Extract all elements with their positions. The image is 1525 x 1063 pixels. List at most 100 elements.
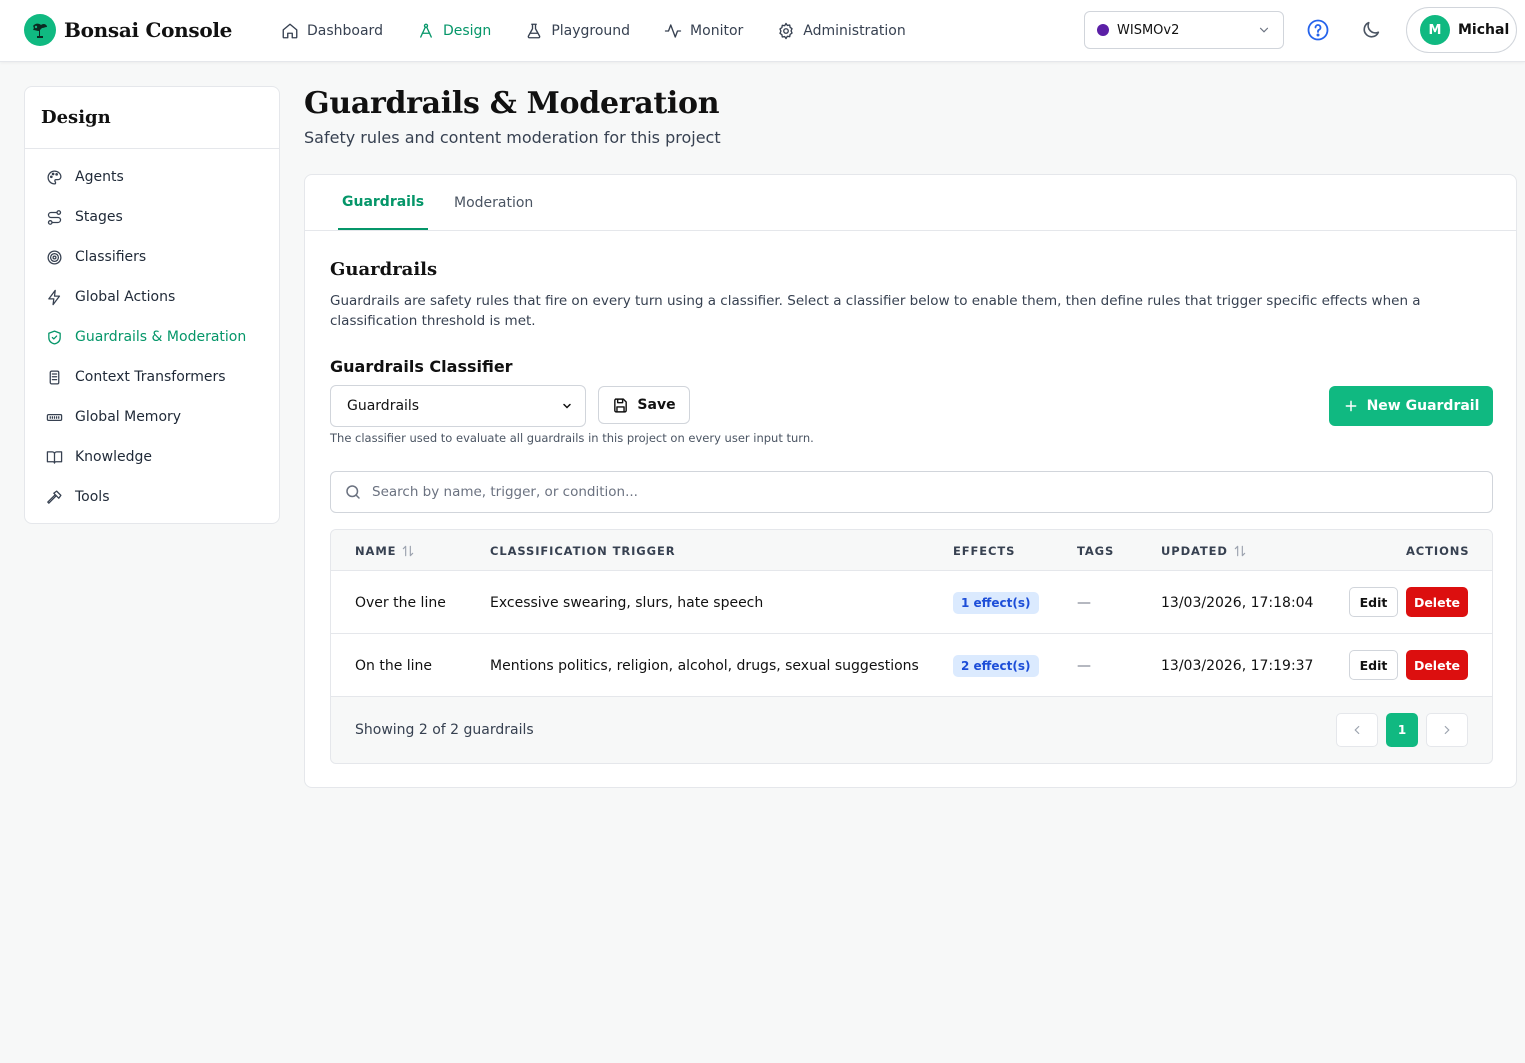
brand[interactable]: Bonsai Console [24,14,232,46]
nav-monitor[interactable]: Monitor [664,22,743,40]
palette-icon [47,169,62,185]
nav-playground[interactable]: Playground [525,22,630,40]
scroll-icon [49,369,60,385]
next-page-button[interactable] [1426,713,1468,747]
effects-badge: 1 effect(s) [953,591,1039,614]
sidebar-item-context-transformers[interactable]: Context Transformers [25,357,279,397]
app-name: Bonsai Console [64,18,233,42]
tab-moderation[interactable]: Moderation [454,175,533,230]
sidebar-list: Agents Stages Classifiers Global Actions… [25,149,279,517]
search-placeholder: Search by name, trigger, or condition... [372,484,638,500]
column-label: UPDATED [1161,543,1228,558]
nav-label: Monitor [690,23,744,39]
column-actions: ACTIONS [1406,543,1470,558]
section-description: Guardrails are safety rules that fire on… [330,293,1421,329]
top-navbar: Bonsai Console Dashboard Design Playgrou… [0,0,1525,62]
project-color-dot [1097,24,1109,36]
home-icon [282,23,298,39]
sidebar-item-classifiers[interactable]: Classifiers [25,237,279,277]
page-subtitle: Safety rules and content moderation for … [304,128,721,147]
memory-icon [46,413,63,421]
column-tags: TAGS [1077,543,1115,558]
zap-icon [48,289,61,305]
sidebar-item-label: Context Transformers [75,369,226,385]
sidebar-item-stages[interactable]: Stages [25,197,279,237]
effects-badge: 2 effect(s) [953,654,1039,677]
theme-toggle-button[interactable] [1360,19,1382,41]
new-guardrail-label: New Guardrail [1366,398,1480,414]
project-name: WISMOv2 [1117,22,1180,38]
help-button[interactable] [1306,18,1330,42]
project-selector[interactable]: WISMOv2 [1084,11,1284,49]
new-guardrail-button[interactable]: New Guardrail [1329,386,1493,426]
nav-label: Playground [551,23,631,39]
chevron-down-icon [563,403,571,409]
nav-label: Design [442,23,492,39]
column-label: NAME [355,543,397,558]
user-menu-button[interactable]: M Michal [1406,7,1517,53]
nav-design[interactable]: Design [417,22,491,40]
sidebar-item-label: Stages [75,209,123,225]
delete-button[interactable]: Delete [1406,587,1468,617]
table-row: Over the line Excessive swearing, slurs,… [331,571,1492,634]
flask-icon [527,23,541,39]
guardrail-trigger: Excessive swearing, slurs, hate speech [490,594,764,611]
chevron-down-icon [1259,27,1269,33]
plus-icon [1345,400,1356,412]
prev-page-button[interactable] [1336,713,1378,747]
sidebar-item-label: Guardrails & Moderation [75,329,247,345]
classifier-select[interactable]: Guardrails [330,385,586,427]
sidebar-item-global-actions[interactable]: Global Actions [25,277,279,317]
guardrail-updated: 13/03/2026, 17:18:04 [1161,594,1314,611]
sidebar-item-agents[interactable]: Agents [25,157,279,197]
guardrail-tags: — [1077,594,1091,611]
guardrails-card: Guardrails Moderation Guardrails Guardra… [304,174,1517,788]
classifier-help-text: The classifier used to evaluate all guar… [330,431,814,445]
nav-label: Dashboard [307,23,383,39]
classifier-value: Guardrails [347,398,420,414]
effects-cell: 1 effect(s) [953,571,1039,634]
section-title: Guardrails [330,259,438,280]
search-icon [346,485,360,499]
delete-button[interactable]: Delete [1406,650,1468,680]
table-header: NAME CLASSIFICATION TRIGGER EFFECTS TAGS… [331,530,1492,571]
guardrails-table: NAME CLASSIFICATION TRIGGER EFFECTS TAGS… [330,529,1493,764]
effects-cell: 2 effect(s) [953,634,1039,697]
classifier-label: Guardrails Classifier [330,357,513,376]
edit-button[interactable]: Edit [1349,650,1398,680]
column-name[interactable]: NAME [355,530,415,571]
save-button[interactable]: Save [598,386,690,424]
tab-bar: Guardrails Moderation [305,175,1516,231]
nav-administration[interactable]: Administration [777,22,906,40]
sort-icon [1234,545,1246,556]
route-icon [47,209,62,225]
sidebar-item-global-memory[interactable]: Global Memory [25,397,279,437]
sort-icon [403,545,414,556]
hammer-icon [47,489,62,504]
search-input[interactable]: Search by name, trigger, or condition... [330,471,1493,513]
sidebar-item-label: Classifiers [75,249,147,265]
save-label: Save [637,397,676,413]
design-sidebar: Design Agents Stages Classifiers Global … [24,86,280,524]
table-footer: Showing 2 of 2 guardrails 1 [331,697,1492,763]
avatar: M [1420,15,1450,45]
column-trigger: CLASSIFICATION TRIGGER [490,543,676,558]
shield-check-icon [48,329,61,345]
column-effects: EFFECTS [953,543,1016,558]
tab-guardrails[interactable]: Guardrails [338,175,429,230]
table-row: On the line Mentions politics, religion,… [331,634,1492,697]
bonsai-logo-icon [24,14,56,46]
guardrail-name: On the line [355,657,433,674]
user-name: Michal [1458,22,1510,38]
page-button-current[interactable]: 1 [1386,713,1418,747]
column-updated[interactable]: UPDATED [1161,530,1247,571]
sidebar-item-label: Global Actions [75,289,176,305]
main-nav: Dashboard Design Playground Monitor Admi… [281,0,906,62]
sidebar-item-tools[interactable]: Tools [25,477,279,517]
edit-button[interactable]: Edit [1349,587,1398,617]
help-circle-icon [1307,19,1329,41]
sidebar-item-guardrails-moderation[interactable]: Guardrails & Moderation [25,317,279,357]
sidebar-item-knowledge[interactable]: Knowledge [25,437,279,477]
sidebar-item-label: Agents [75,169,124,185]
nav-dashboard[interactable]: Dashboard [281,22,383,40]
